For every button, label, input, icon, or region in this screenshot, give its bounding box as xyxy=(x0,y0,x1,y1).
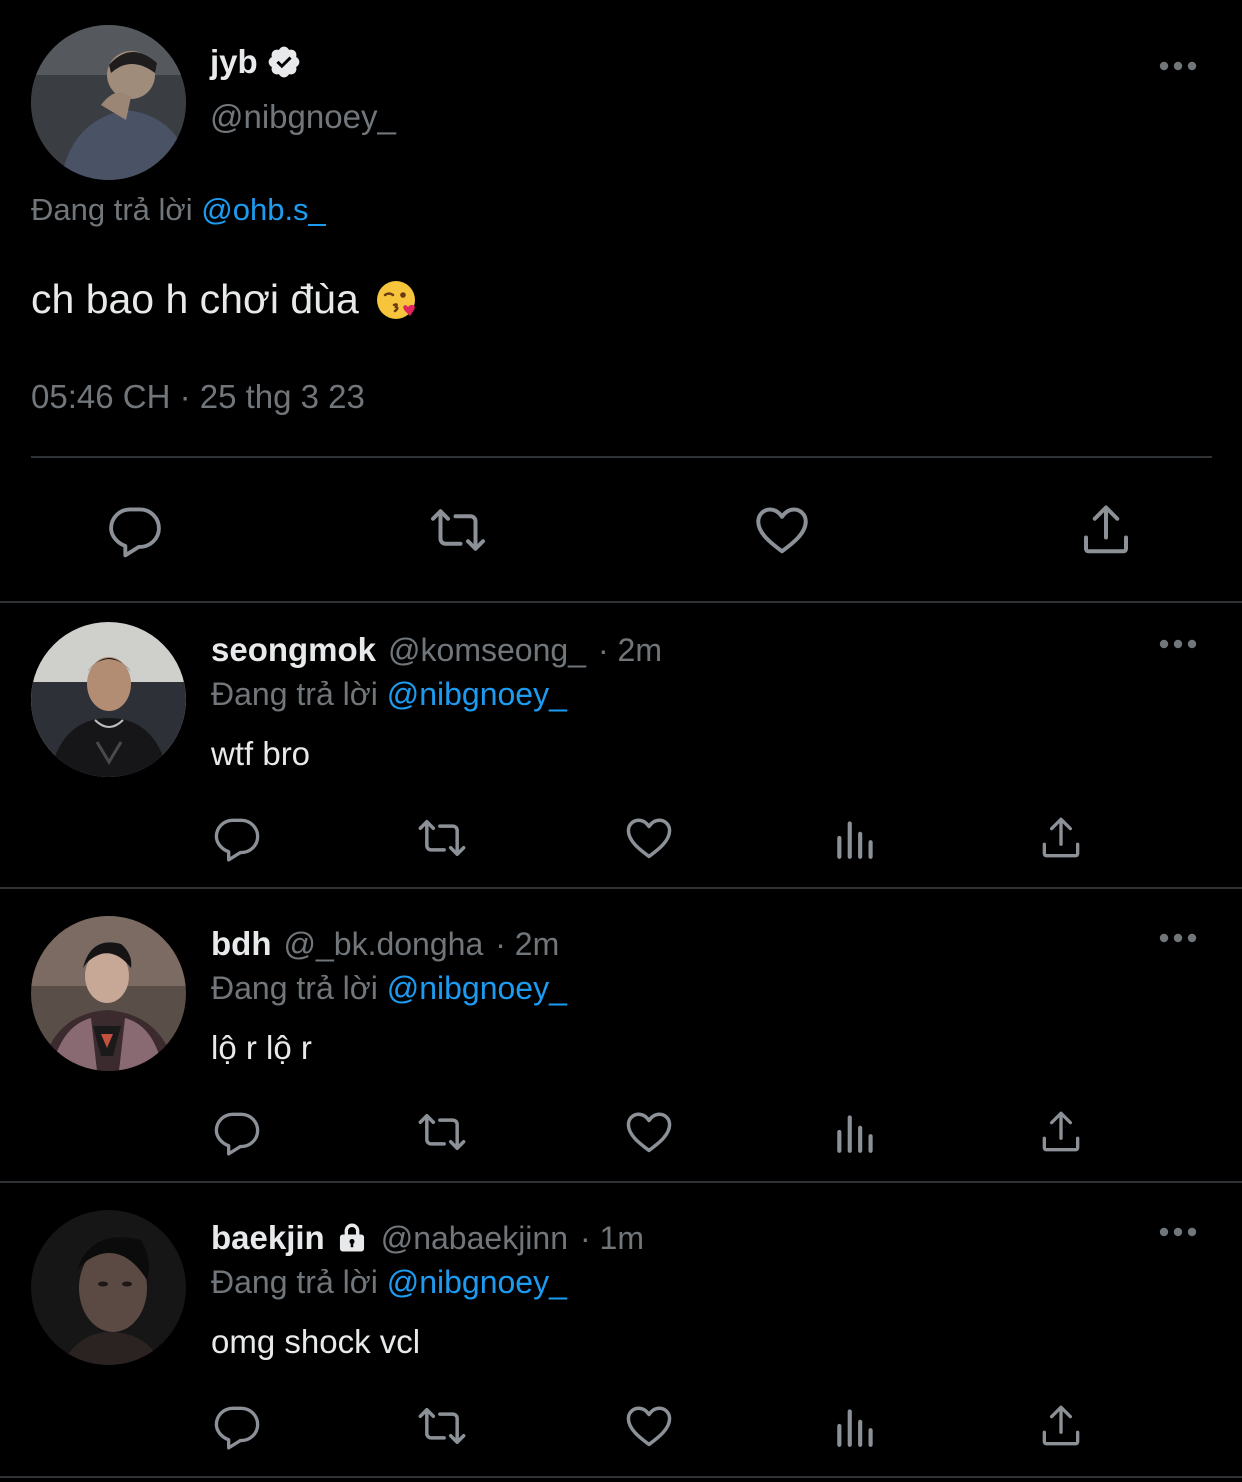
avatar-photo xyxy=(31,25,186,180)
replying-to: Đang trả lời @nibgnoey_ xyxy=(211,1264,567,1301)
lock-icon xyxy=(335,1221,369,1255)
author-row: jyb xyxy=(210,40,302,84)
replying-prefix: Đang trả lời xyxy=(211,1264,378,1300)
tweet-text-content: ch bao h chơi đùa xyxy=(31,276,359,322)
reply-header: seongmok @komseong_ · 2m xyxy=(211,628,662,672)
reply-icon[interactable] xyxy=(105,500,165,560)
replying-to: Đang trả lời @nibgnoey_ xyxy=(211,970,567,1007)
main-tweet: jyb @nibgnoey_ Đang trả lời @ohb.s_ ch b… xyxy=(0,0,1242,602)
divider xyxy=(31,456,1212,458)
like-icon[interactable] xyxy=(623,1400,675,1452)
author-name[interactable]: bdh xyxy=(211,925,271,963)
avatar[interactable] xyxy=(31,622,186,777)
reply-time[interactable]: · 1m xyxy=(580,1220,644,1257)
avatar[interactable] xyxy=(31,25,186,180)
more-options-icon[interactable] xyxy=(1158,638,1198,650)
replying-to-mention[interactable]: @nibgnoey_ xyxy=(387,1264,567,1300)
reply-icon[interactable] xyxy=(211,1106,263,1158)
tweet-text: ch bao h chơi đùa xyxy=(31,276,419,323)
share-icon[interactable] xyxy=(1035,1106,1087,1158)
reply-time[interactable]: · 2m xyxy=(598,632,662,669)
views-icon[interactable] xyxy=(830,1106,882,1158)
replying-prefix: Đang trả lời xyxy=(211,970,378,1006)
verified-badge-icon xyxy=(266,44,302,80)
retweet-icon[interactable] xyxy=(416,812,468,864)
retweet-icon[interactable] xyxy=(416,1106,468,1158)
author-handle[interactable]: @nabaekjinn xyxy=(381,1220,568,1257)
reply-time[interactable]: · 2m xyxy=(495,926,559,963)
replying-to-mention[interactable]: @ohb.s_ xyxy=(201,192,326,227)
reply-icon[interactable] xyxy=(211,812,263,864)
replying-to: Đang trả lời @nibgnoey_ xyxy=(211,676,567,713)
more-options-icon[interactable] xyxy=(1158,932,1198,944)
replying-to-mention[interactable]: @nibgnoey_ xyxy=(387,676,567,712)
avatar[interactable] xyxy=(31,1210,186,1365)
tweet-timestamp[interactable]: 05:46 CH · 25 thg 3 23 xyxy=(31,378,365,416)
author-handle[interactable]: @_bk.dongha xyxy=(283,926,483,963)
divider xyxy=(0,1181,1242,1183)
reply-header: bdh @_bk.dongha · 2m xyxy=(211,922,559,966)
author-handle[interactable]: @nibgnoey_ xyxy=(210,98,396,136)
replying-prefix: Đang trả lời xyxy=(211,676,378,712)
author-name[interactable]: baekjin xyxy=(211,1219,325,1257)
reply-action-bar xyxy=(0,1400,1242,1452)
more-options-icon[interactable] xyxy=(1158,1226,1198,1238)
avatar-photo xyxy=(31,916,186,1071)
reply-header: baekjin @nabaekjinn · 1m xyxy=(211,1216,644,1260)
more-options-icon[interactable] xyxy=(1158,60,1198,72)
reply-text: lộ r lộ r xyxy=(211,1029,312,1066)
divider xyxy=(0,1476,1242,1478)
reply-action-bar xyxy=(0,812,1242,864)
reply-tweet[interactable]: bdh @_bk.dongha · 2m Đang trả lời @nibgn… xyxy=(0,896,1242,1188)
face-blowing-kiss-icon xyxy=(375,278,419,322)
avatar-photo xyxy=(31,1210,186,1365)
replying-prefix: Đang trả lời xyxy=(31,192,193,227)
replying-to-mention[interactable]: @nibgnoey_ xyxy=(387,970,567,1006)
reply-icon[interactable] xyxy=(211,1400,263,1452)
views-icon[interactable] xyxy=(830,1400,882,1452)
share-icon[interactable] xyxy=(1035,812,1087,864)
replying-to: Đang trả lời @ohb.s_ xyxy=(31,192,326,228)
retweet-icon[interactable] xyxy=(428,500,488,560)
avatar[interactable] xyxy=(31,916,186,1071)
retweet-icon[interactable] xyxy=(416,1400,468,1452)
like-icon[interactable] xyxy=(752,500,812,560)
author-name[interactable]: jyb xyxy=(210,43,258,81)
reply-tweet[interactable]: seongmok @komseong_ · 2m Đang trả lời @n… xyxy=(0,602,1242,894)
like-icon[interactable] xyxy=(623,812,675,864)
like-icon[interactable] xyxy=(623,1106,675,1158)
views-icon[interactable] xyxy=(830,812,882,864)
main-action-bar xyxy=(0,500,1242,560)
author-handle[interactable]: @komseong_ xyxy=(388,632,586,669)
tweet-thread: jyb @nibgnoey_ Đang trả lời @ohb.s_ ch b… xyxy=(0,0,1242,1482)
divider xyxy=(0,887,1242,889)
share-icon[interactable] xyxy=(1076,500,1136,560)
reply-tweet[interactable]: baekjin @nabaekjinn · 1m Đang trả lời @n… xyxy=(0,1190,1242,1482)
reply-text: omg shock vcl xyxy=(211,1323,421,1360)
reply-action-bar xyxy=(0,1106,1242,1158)
reply-text: wtf bro xyxy=(211,735,311,772)
avatar-photo xyxy=(31,622,186,777)
author-name[interactable]: seongmok xyxy=(211,631,376,669)
share-icon[interactable] xyxy=(1035,1400,1087,1452)
